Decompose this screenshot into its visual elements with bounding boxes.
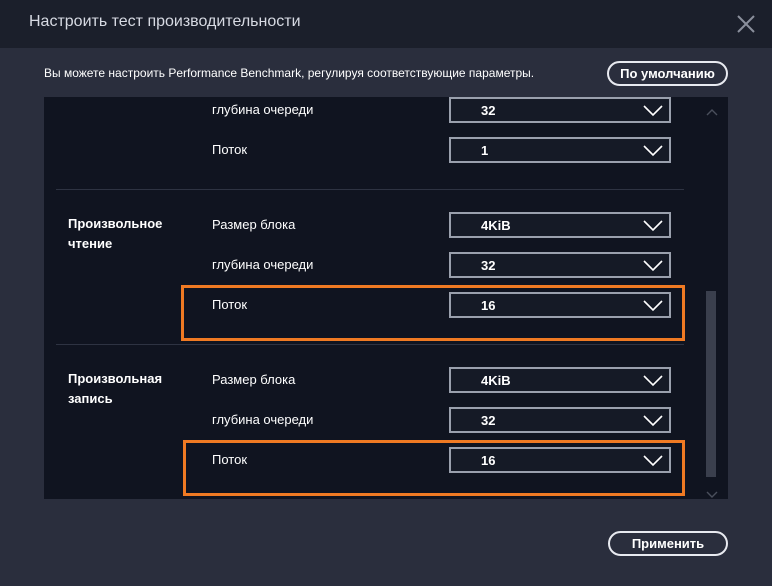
- thread-select[interactable]: 16: [449, 292, 671, 318]
- group-label-random-read: Произвольное чтение: [68, 216, 163, 251]
- group-label-random-write: Произвольная запись: [68, 371, 163, 406]
- select-value: 32: [481, 103, 496, 118]
- row-label-queue-depth: глубина очереди: [212, 412, 314, 427]
- chevron-down-icon: [643, 144, 663, 157]
- apply-button[interactable]: Применить: [608, 531, 728, 556]
- group-divider: [56, 344, 684, 345]
- queue-depth-select[interactable]: 32: [449, 407, 671, 433]
- chevron-down-icon: [643, 454, 663, 467]
- chevron-down-icon: [643, 374, 663, 387]
- chevron-down-icon[interactable]: [706, 486, 718, 498]
- select-value: 16: [481, 298, 496, 313]
- row-label-queue-depth: глубина очереди: [212, 257, 314, 272]
- select-value: 32: [481, 258, 496, 273]
- chevron-down-icon: [643, 299, 663, 312]
- row-label-block-size: Размер блока: [212, 217, 296, 232]
- select-value: 4KiB: [481, 218, 511, 233]
- row-label-thread: Поток: [212, 452, 248, 467]
- title-bar: Настроить тест производительности: [0, 0, 772, 48]
- thread-select[interactable]: 16: [449, 447, 671, 473]
- block-size-select[interactable]: 4KiB: [449, 212, 671, 238]
- queue-depth-select[interactable]: 32: [449, 252, 671, 278]
- settings-panel: глубина очереди 32 Поток 1 Произвольное …: [44, 97, 728, 499]
- chevron-down-icon: [643, 414, 663, 427]
- description-text: Вы можете настроить Performance Benchmar…: [44, 66, 535, 80]
- close-icon[interactable]: [735, 13, 757, 35]
- chevron-down-icon: [643, 259, 663, 272]
- scrollbar[interactable]: [703, 97, 721, 499]
- thread-select[interactable]: 1: [449, 137, 671, 163]
- select-value: 16: [481, 453, 496, 468]
- row-label-block-size: Размер блока: [212, 372, 296, 387]
- chevron-up-icon[interactable]: [706, 103, 718, 116]
- queue-depth-select[interactable]: 32: [449, 97, 671, 123]
- chevron-down-icon: [643, 219, 663, 232]
- block-size-select[interactable]: 4KiB: [449, 367, 671, 393]
- row-label-queue-depth: глубина очереди: [212, 102, 314, 117]
- row-label-thread: Поток: [212, 297, 248, 312]
- default-button[interactable]: По умолчанию: [607, 61, 728, 86]
- dialog-title: Настроить тест производительности: [29, 13, 301, 30]
- chevron-down-icon: [643, 104, 663, 117]
- select-value: 1: [481, 143, 489, 158]
- scrollbar-thumb[interactable]: [706, 291, 716, 477]
- select-value: 4KiB: [481, 373, 511, 388]
- row-label-thread: Поток: [212, 142, 248, 157]
- group-divider: [56, 189, 684, 190]
- select-value: 32: [481, 413, 496, 428]
